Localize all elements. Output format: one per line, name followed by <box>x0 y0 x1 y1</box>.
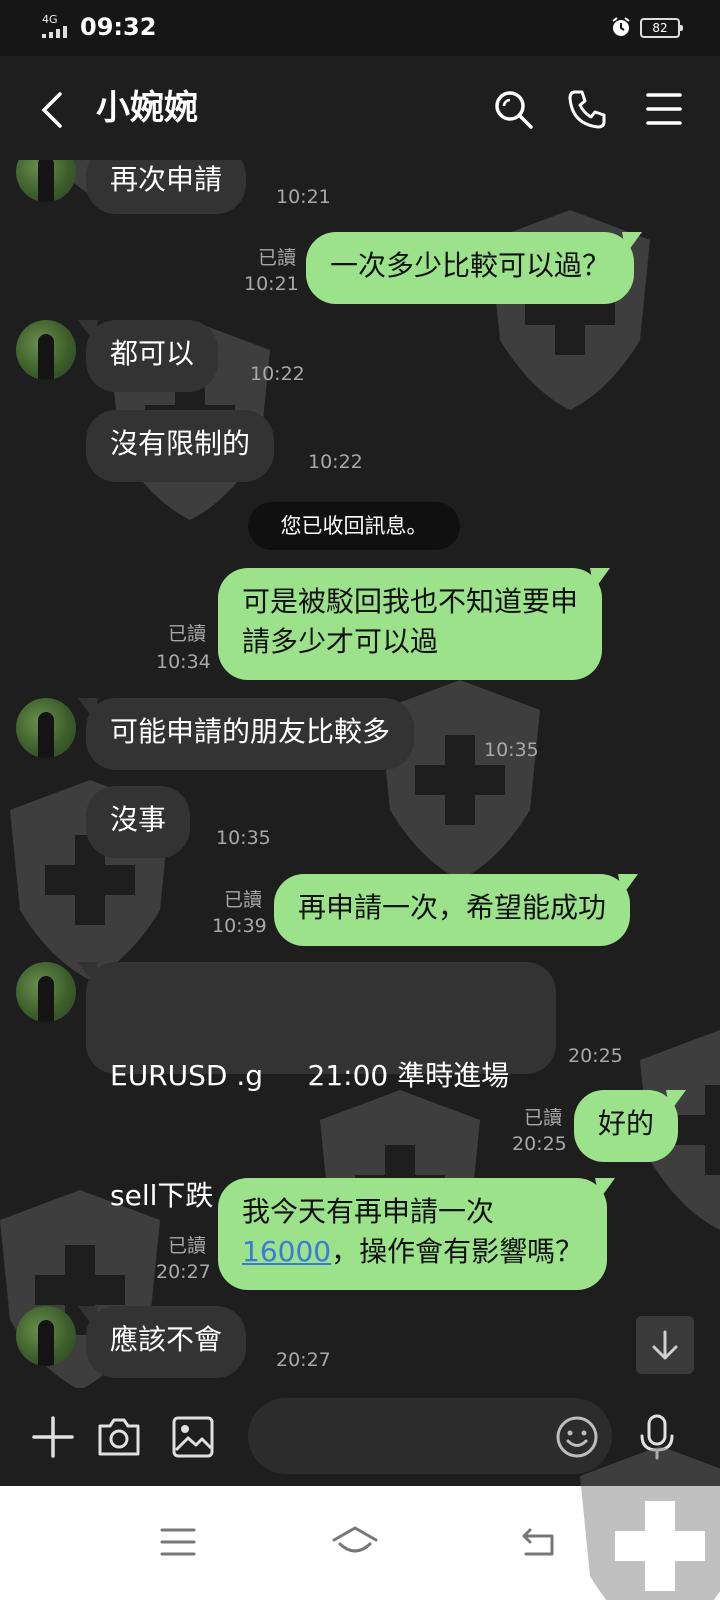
message-bubble[interactable]: 都可以 <box>86 320 219 392</box>
home-icon[interactable] <box>330 1524 380 1560</box>
message-time: 20:27 <box>156 1261 211 1283</box>
message-bubble[interactable]: EURUSD .g 21:00 準時進場 sell下跌 <box>86 962 556 1212</box>
camera-icon[interactable] <box>96 1414 142 1460</box>
message-time: 10:35 <box>484 739 539 761</box>
microphone-icon[interactable] <box>634 1414 680 1460</box>
signal-icon <box>42 26 67 38</box>
avatar[interactable] <box>16 962 76 1022</box>
phone-icon[interactable] <box>566 88 608 130</box>
emoji-icon[interactable] <box>554 1414 600 1460</box>
message-time: 10:21 <box>244 273 299 295</box>
message-time: 20:25 <box>512 1133 567 1155</box>
message-bubble[interactable]: 再申請一次，希望能成功 <box>274 874 631 946</box>
message-bubble[interactable]: 好的 <box>574 1090 679 1162</box>
clock: 09:32 <box>80 13 157 41</box>
message-time: 10:39 <box>212 915 267 937</box>
read-receipt: 已讀 <box>167 1235 206 1257</box>
recent-apps-icon[interactable] <box>158 1524 198 1560</box>
back-icon[interactable] <box>518 1524 558 1560</box>
status-bar: 4G 09:32 82 <box>0 0 720 56</box>
system-nav-bar <box>0 1446 720 1600</box>
message-bubble[interactable]: 沒事 <box>86 786 191 858</box>
read-receipt: 已讀 <box>523 1107 562 1129</box>
chat-title[interactable]: 小婉婉 <box>96 86 198 130</box>
amount-link[interactable]: 16000 <box>242 1235 331 1268</box>
chat-header: 小婉婉 <box>0 56 720 160</box>
system-notice: 您已收回訊息。 <box>248 502 460 550</box>
search-icon[interactable] <box>492 88 534 130</box>
battery-indicator: 82 <box>640 18 683 38</box>
message-bubble[interactable]: 可能申請的朋友比較多 <box>86 698 415 770</box>
avatar[interactable] <box>16 160 76 202</box>
read-receipt: 已讀 <box>223 889 262 911</box>
message-time: 20:27 <box>276 1349 331 1371</box>
message-bubble[interactable]: 我今天有再申請一次 16000，操作會有影響嗎？ <box>218 1178 608 1290</box>
image-icon[interactable] <box>170 1414 216 1460</box>
avatar[interactable] <box>16 320 76 380</box>
message-bubble[interactable]: 再次申請 <box>86 160 247 214</box>
message-time: 10:35 <box>216 827 271 849</box>
message-bubble[interactable]: 一次多少比較可以過？ <box>306 232 635 304</box>
avatar[interactable] <box>16 698 76 758</box>
menu-icon[interactable] <box>644 90 684 128</box>
message-bubble[interactable]: 應該不會 <box>86 1306 247 1378</box>
back-arrow-icon[interactable] <box>36 90 70 130</box>
alarm-icon <box>612 17 630 36</box>
message-list[interactable]: 再次申請 10:21 已讀 10:21 一次多少比較可以過？ 都可以 10:22… <box>0 160 720 1410</box>
scroll-to-bottom-button[interactable] <box>636 1316 694 1374</box>
read-receipt: 已讀 <box>167 623 206 645</box>
message-time: 10:21 <box>276 186 331 208</box>
message-bubble[interactable]: 可是被駁回我也不知道要申 請多少才可以過 <box>218 568 603 680</box>
message-time: 10:22 <box>308 451 363 473</box>
network-type: 4G <box>42 13 58 26</box>
arrow-down-icon <box>652 1330 678 1360</box>
plus-icon[interactable] <box>30 1414 76 1460</box>
message-time: 10:34 <box>156 651 211 673</box>
message-time: 20:25 <box>568 1045 623 1067</box>
avatar[interactable] <box>16 1306 76 1366</box>
read-receipt: 已讀 <box>257 247 296 269</box>
message-time: 10:22 <box>250 363 305 385</box>
message-bubble[interactable]: 沒有限制的 <box>86 410 275 482</box>
input-bar <box>0 1388 720 1486</box>
